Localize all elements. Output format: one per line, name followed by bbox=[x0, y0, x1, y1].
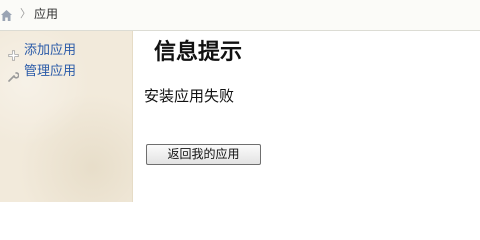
back-to-my-apps-button[interactable]: 返回我的应用 bbox=[146, 144, 261, 165]
sidebar-item-label[interactable]: 管理应用 bbox=[24, 64, 76, 80]
main-content: 信息提示 安装应用失败 返回我的应用 bbox=[133, 31, 480, 202]
home-icon[interactable] bbox=[0, 7, 13, 21]
sidebar-item-label[interactable]: 添加应用 bbox=[24, 43, 76, 59]
page-title: 信息提示 bbox=[154, 40, 243, 65]
wrench-icon bbox=[8, 67, 20, 82]
plus-icon bbox=[8, 46, 19, 60]
sidebar-item-add-app[interactable]: 添加应用 bbox=[8, 43, 76, 60]
breadcrumb-bar: 〉 应用 bbox=[0, 0, 480, 31]
sidebar: 添加应用 管理应用 bbox=[0, 31, 133, 202]
status-message: 安装应用失败 bbox=[144, 87, 235, 105]
breadcrumb-separator: 〉 bbox=[20, 7, 31, 20]
breadcrumb-current[interactable]: 应用 bbox=[34, 7, 58, 21]
sidebar-item-manage-apps[interactable]: 管理应用 bbox=[8, 64, 76, 82]
